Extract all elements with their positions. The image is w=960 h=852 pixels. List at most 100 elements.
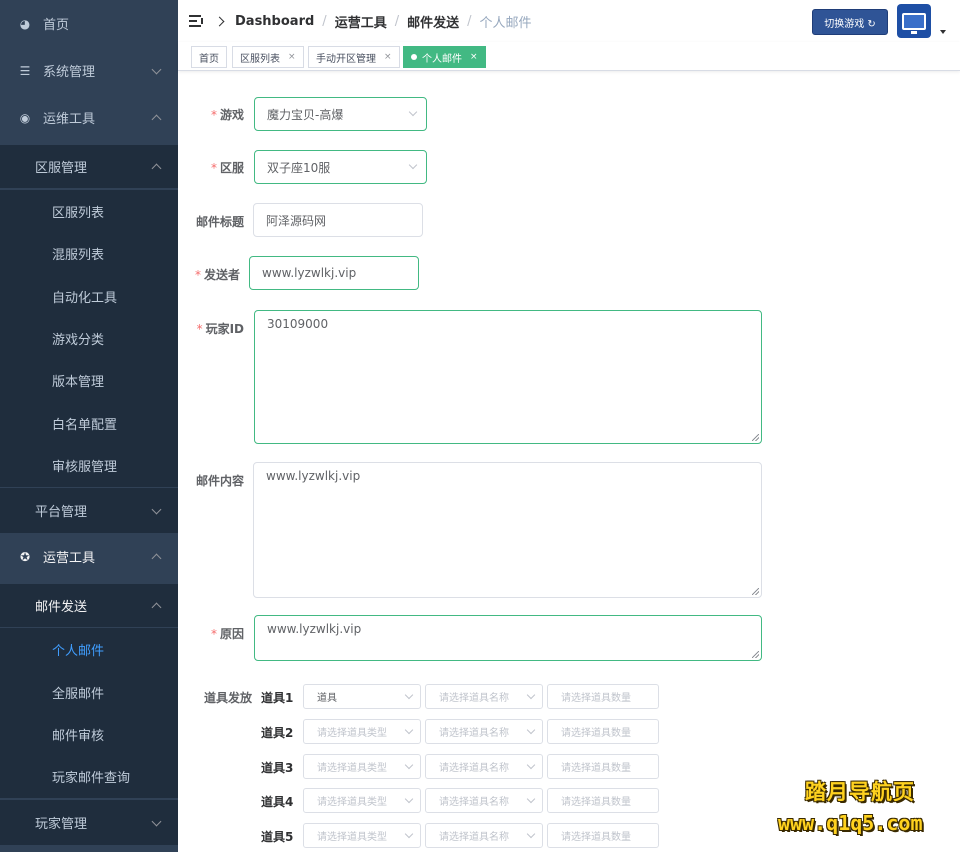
sidebar-item-label: 审核服管理 xyxy=(52,460,118,475)
sidebar-item-label: 运营工具 xyxy=(43,551,96,566)
sidebar-item-server-mail[interactable]: 全服邮件 xyxy=(0,671,178,714)
sidebar-item-label: 邮件审核 xyxy=(52,729,105,744)
item-4-name-select[interactable]: 请选择道具名称 xyxy=(425,788,543,813)
switch-game-button[interactable]: 切换游戏 ↻ xyxy=(812,9,888,35)
item-4-type-select[interactable]: 请选择道具类型 xyxy=(303,788,421,813)
sidebar-item-label: 个人邮件 xyxy=(52,644,105,659)
resize-handle-icon[interactable] xyxy=(752,588,759,595)
item-4-qty-input[interactable]: 请选择道具数量 xyxy=(547,788,659,813)
mail-title-label: 邮件标题 xyxy=(195,215,244,229)
breadcrumb-item[interactable]: 运营工具 xyxy=(335,12,387,31)
sidebar-item-label: 区服列表 xyxy=(52,206,105,221)
zone-select[interactable]: 双子座10服 xyxy=(254,150,427,184)
item-1-type-select[interactable]: 道具 xyxy=(303,684,421,709)
sidebar-item-system[interactable]: ☰ 系统管理 xyxy=(0,47,178,94)
chevron-down-icon xyxy=(526,725,536,734)
mail-content-textarea[interactable]: www.lyzwlkj.vip xyxy=(253,462,762,598)
sidebar-item-label: 运维工具 xyxy=(43,112,96,127)
item-1-qty-input[interactable]: 请选择道具数量 xyxy=(547,684,659,709)
sidebar-item-game-category[interactable]: 游戏分类 xyxy=(0,317,178,360)
chevron-down-icon xyxy=(151,504,162,514)
tag-home[interactable]: 首页 xyxy=(191,46,227,68)
tags-view: 首页 区服列表 × 手动开区管理 × 个人邮件 × xyxy=(178,42,960,71)
close-icon[interactable]: × xyxy=(470,52,478,62)
player-id-textarea[interactable]: 30109000 xyxy=(254,310,762,444)
close-icon[interactable]: × xyxy=(384,52,392,62)
resize-handle-icon[interactable] xyxy=(752,434,759,441)
breadcrumb-item[interactable]: Dashboard xyxy=(235,14,314,29)
app-root: ◕ 首页 ☰ 系统管理 ◉ 运维工具 区服管理 区服列表 混服列表 自动化工具 … xyxy=(0,0,960,852)
tag-manual-open[interactable]: 手动开区管理 × xyxy=(308,46,400,68)
sidebar-item-platform[interactable]: 平台管理 xyxy=(0,488,178,533)
tag-zone-list[interactable]: 区服列表 × xyxy=(232,46,304,68)
chevron-down-icon xyxy=(408,107,418,117)
sidebar-item-automation[interactable]: 自动化工具 xyxy=(0,275,178,318)
sidebar-item-label: 玩家邮件查询 xyxy=(52,771,131,786)
item-1-label: 道具1 xyxy=(261,691,294,705)
item-5-qty-input[interactable]: 请选择道具数量 xyxy=(547,823,659,848)
life-ring-icon: ✪ xyxy=(19,549,31,564)
sidebar: ◕ 首页 ☰ 系统管理 ◉ 运维工具 区服管理 区服列表 混服列表 自动化工具 … xyxy=(0,0,178,852)
chevron-down-icon xyxy=(404,794,414,803)
breadcrumb: Dashboard / 运营工具 / 邮件发送 / 个人邮件 xyxy=(212,12,532,31)
mail-form: * 游戏 魔力宝贝-高爆 * 区服 双子座10服 邮件标题 阿泽源码网 * 发送者 w… xyxy=(178,72,960,852)
navbar: Dashboard / 运营工具 / 邮件发送 / 个人邮件 切换游戏 ↻ xyxy=(178,0,960,42)
chevron-right-icon xyxy=(214,16,225,26)
sidebar-item-mixed-list[interactable]: 混服列表 xyxy=(0,232,178,275)
sender-label: * 发送者 xyxy=(194,268,240,282)
item-2-name-select[interactable]: 请选择道具名称 xyxy=(425,719,543,744)
sidebar-item-zone-list[interactable]: 区服列表 xyxy=(0,190,178,233)
breadcrumb-item[interactable]: 邮件发送 xyxy=(407,12,459,31)
close-icon[interactable]: × xyxy=(288,52,296,62)
sidebar-item-home[interactable]: ◕ 首页 xyxy=(0,0,178,47)
game-select[interactable]: 魔力宝贝-高爆 xyxy=(254,97,427,131)
sidebar-item-label: 版本管理 xyxy=(52,375,105,390)
item-5-label: 道具5 xyxy=(261,830,294,844)
sidebar-item-label: 邮件发送 xyxy=(35,600,88,615)
avatar[interactable] xyxy=(897,4,931,38)
reason-textarea[interactable]: www.lyzwlkj.vip xyxy=(254,615,762,661)
chevron-down-icon xyxy=(404,760,414,769)
watermark-url: www.q1q5.com xyxy=(778,811,923,835)
sidebar-item-mail-review[interactable]: 邮件审核 xyxy=(0,713,178,756)
sidebar-item-label: 全服邮件 xyxy=(52,687,105,702)
item-5-name-select[interactable]: 请选择道具名称 xyxy=(425,823,543,848)
sidebar-item-mail-send[interactable]: 邮件发送 xyxy=(0,584,178,627)
item-3-qty-input[interactable]: 请选择道具数量 xyxy=(547,754,659,779)
item-3-type-select[interactable]: 请选择道具类型 xyxy=(303,754,421,779)
chevron-up-icon xyxy=(151,163,162,173)
sender-input[interactable]: www.lyzwlkj.vip xyxy=(249,256,419,290)
sidebar-item-player-mgmt[interactable]: 玩家管理 xyxy=(0,800,178,845)
mail-title-input[interactable]: 阿泽源码网 xyxy=(253,203,423,237)
chevron-down-icon xyxy=(404,725,414,734)
sidebar-item-personal-mail[interactable]: 个人邮件 xyxy=(0,628,178,671)
tag-personal-mail[interactable]: 个人邮件 × xyxy=(403,46,486,68)
item-2-type-select[interactable]: 请选择道具类型 xyxy=(303,719,421,744)
mail-content-label: 邮件内容 xyxy=(195,474,244,488)
item-1-name-select[interactable]: 请选择道具名称 xyxy=(425,684,543,709)
resize-handle-icon[interactable] xyxy=(752,651,759,658)
sidebar-item-whitelist[interactable]: 白名单配置 xyxy=(0,402,178,445)
hamburger-icon[interactable] xyxy=(189,15,204,27)
item-3-name-select[interactable]: 请选择道具名称 xyxy=(425,754,543,779)
sidebar-item-ops[interactable]: ◉ 运维工具 xyxy=(0,94,178,141)
sidebar-item-version[interactable]: 版本管理 xyxy=(0,359,178,402)
chevron-down-icon xyxy=(526,690,536,699)
chevron-down-icon xyxy=(151,64,162,74)
chevron-down-icon xyxy=(408,160,418,170)
item-5-type-select[interactable]: 请选择道具类型 xyxy=(303,823,421,848)
sidebar-item-review-server[interactable]: 审核服管理 xyxy=(0,444,178,487)
caret-down-icon[interactable] xyxy=(940,30,946,34)
sidebar-item-player-mail-query[interactable]: 玩家邮件查询 xyxy=(0,755,178,798)
sidebar-item-label: 混服列表 xyxy=(52,248,105,263)
list-icon: ☰ xyxy=(19,63,31,78)
chevron-down-icon xyxy=(151,816,162,826)
sidebar-item-label: 系统管理 xyxy=(43,65,96,80)
item-2-label: 道具2 xyxy=(261,726,294,740)
sidebar-item-operation[interactable]: ✪ 运营工具 xyxy=(0,533,178,580)
item-2-qty-input[interactable]: 请选择道具数量 xyxy=(547,719,659,744)
sidebar-item-label: 白名单配置 xyxy=(52,418,118,433)
chevron-down-icon xyxy=(404,690,414,699)
sidebar-item-zone-mgmt[interactable]: 区服管理 xyxy=(0,145,178,188)
sidebar-item-label: 游戏分类 xyxy=(52,333,105,348)
